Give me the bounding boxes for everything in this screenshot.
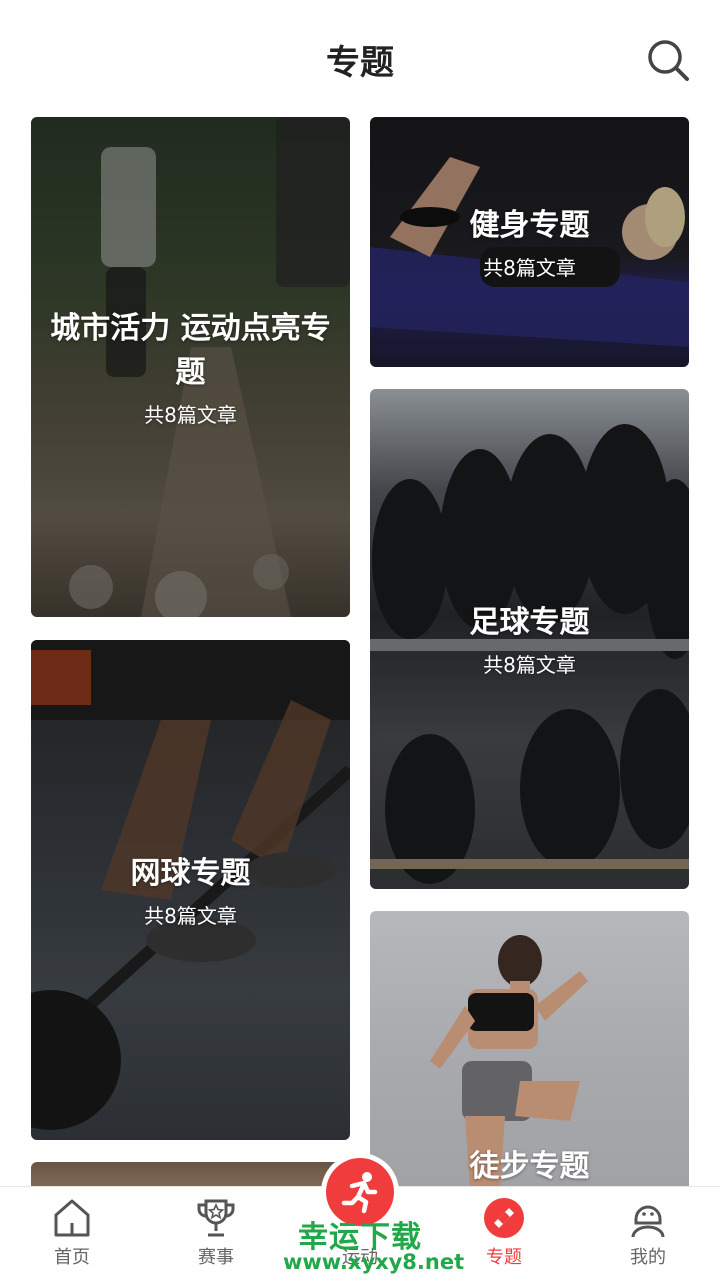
card-subtitle: 共8篇文章 — [483, 255, 576, 280]
tab-label: 我的 — [630, 1247, 666, 1268]
card-title: 足球专题 — [469, 604, 590, 640]
card-subtitle: 共8篇文章 — [144, 903, 237, 928]
tab-label: 赛事 — [198, 1247, 234, 1268]
card-subtitle: 共8篇文章 — [483, 652, 576, 677]
tab-home[interactable]: 首页 — [0, 1187, 144, 1281]
topic-card-fitness[interactable]: 健身专题 共8篇文章 — [370, 117, 689, 367]
card-title: 健身专题 — [469, 207, 590, 243]
search-icon — [648, 40, 689, 81]
top-header: 专题 — [0, 0, 720, 112]
page-title: 专题 — [326, 42, 394, 83]
tab-mine[interactable]: 我的 — [576, 1187, 720, 1281]
watermark-url: www.xyxy8.net — [283, 1250, 465, 1274]
tab-label: 首页 — [54, 1247, 90, 1268]
topic-card-city[interactable]: 城市活力 运动点亮专题 共8篇文章 — [31, 117, 350, 617]
topic-card-hiking[interactable]: 徒步专题 — [370, 911, 689, 1191]
profile-icon — [631, 1205, 665, 1238]
topic-card-tennis[interactable]: 网球专题 共8篇文章 — [31, 640, 350, 1140]
topic-card-football[interactable]: 足球专题 共8篇文章 — [370, 389, 689, 889]
card-subtitle: 共8篇文章 — [144, 402, 237, 427]
tab-events[interactable]: 赛事 — [144, 1187, 288, 1281]
card-title: 网球专题 — [130, 855, 251, 891]
card-title: 城市活力 运动点亮专题 — [50, 310, 331, 390]
run-icon — [341, 1172, 378, 1214]
home-icon — [54, 1199, 90, 1237]
card-title: 徒步专题 — [469, 1149, 590, 1184]
topic-icon — [484, 1198, 524, 1238]
search-button[interactable] — [646, 38, 690, 82]
trophy-icon — [197, 1199, 235, 1237]
tab-label: 专题 — [486, 1247, 522, 1268]
